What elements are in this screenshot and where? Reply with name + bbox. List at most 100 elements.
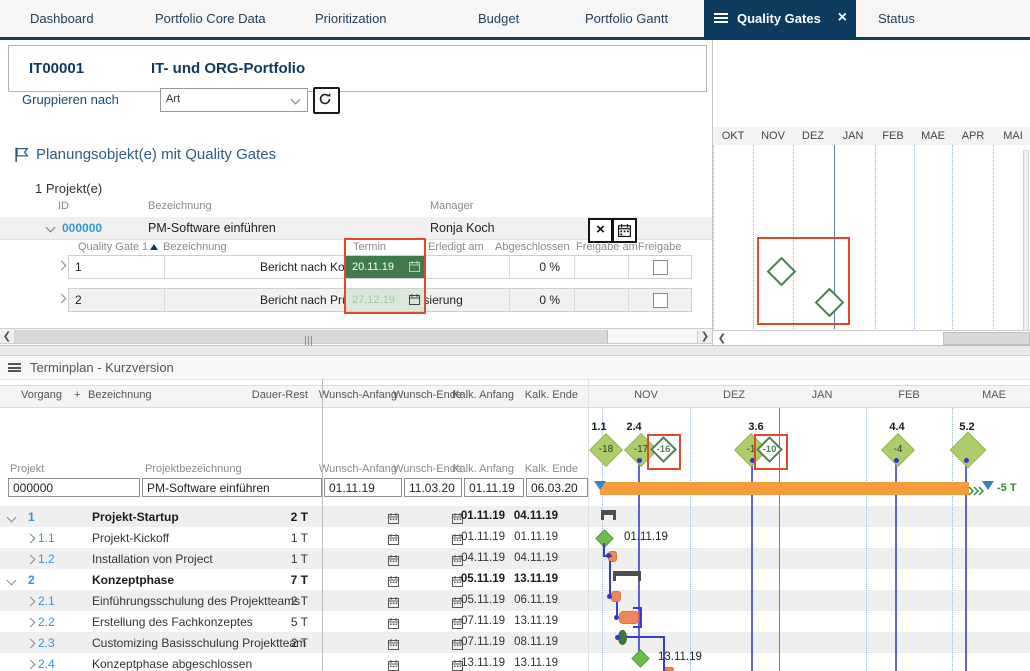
task-calc-end: 06.11.19 <box>514 594 558 606</box>
project-name-field[interactable]: PM-Software einführen <box>142 478 322 497</box>
month-label: DEZ <box>802 130 824 142</box>
task-number[interactable]: 2.2 <box>38 615 55 629</box>
task-number[interactable]: 2.4 <box>38 657 55 671</box>
expand-icon[interactable] <box>25 554 36 565</box>
project-count: 1 Projekt(e) <box>35 181 103 196</box>
task-row[interactable]: 2.4 Konzeptphase abgeschlossen 13.11.19 13.… <box>0 653 1030 671</box>
gate-approved-cell[interactable] <box>574 289 628 311</box>
project-id[interactable]: 000000 <box>62 221 102 235</box>
pane-splitter[interactable] <box>0 345 1030 356</box>
clear-button[interactable]: × <box>588 218 613 243</box>
approval-checkbox[interactable] <box>653 293 668 308</box>
wish-end-field[interactable]: 11.03.20 <box>404 478 462 497</box>
expand-icon[interactable] <box>25 659 36 670</box>
close-tab-icon[interactable]: × <box>838 8 847 28</box>
task-number[interactable]: 2 <box>28 573 35 587</box>
menu-icon[interactable] <box>714 13 728 24</box>
refresh-button[interactable] <box>313 87 340 114</box>
column-divider[interactable] <box>322 379 323 671</box>
col-quality-gate[interactable]: Quality Gate <box>78 241 139 253</box>
nav-item-dashboard[interactable]: Dashboard <box>30 0 94 37</box>
gate-completed: 0 % <box>539 260 560 274</box>
scroll-left-icon[interactable]: ❮ <box>0 330 15 343</box>
col-freigabe[interactable]: Freigabe <box>638 241 681 253</box>
chevron-down-icon <box>290 94 301 105</box>
task-duration: 5 T <box>290 615 308 629</box>
task-calc-end: 13.11.19 <box>514 615 558 627</box>
expand-icon[interactable] <box>56 293 67 304</box>
tab-quality-gates[interactable]: Quality Gates × <box>704 0 856 37</box>
task-calc-end: 13.11.19 <box>514 657 558 669</box>
expand-icon[interactable] <box>25 596 36 607</box>
gate-number: 1 <box>75 260 82 274</box>
scrollbar-thumb[interactable] <box>14 330 608 345</box>
calc-end-field[interactable]: 06.03.20 <box>526 478 588 497</box>
col-gate-name[interactable]: Bezeichnung <box>163 241 227 253</box>
gate-done-cell[interactable] <box>425 256 509 278</box>
scrollbar-thumb[interactable] <box>943 332 1030 345</box>
section-title: Planungsobjekt(e) mit Quality Gates <box>36 146 277 163</box>
task-row[interactable]: 2.3 Customizing Basisschulung Projektteam… <box>0 632 1030 653</box>
gate-done-cell[interactable] <box>425 289 509 311</box>
scroll-left-icon[interactable]: ❮ <box>715 332 729 345</box>
task-calc-start: 05.11.19 <box>460 573 505 585</box>
task-row[interactable]: 2.2 Erstellung des Fachkonzeptes 5 T 07.11.… <box>0 611 1030 632</box>
nav-item-prioritization[interactable]: Prioritization <box>315 0 387 37</box>
expand-icon[interactable] <box>56 260 67 271</box>
nav-item-portfolio-gantt[interactable]: Portfolio Gantt <box>585 0 668 37</box>
task-calc-start: 07.11.19 <box>461 615 505 627</box>
task-number[interactable]: 1.2 <box>38 552 55 566</box>
task-duration: 7 T <box>290 573 308 587</box>
task-calc-start: 05.11.19 <box>461 594 505 606</box>
col-abgeschlossen[interactable]: Abgeschlossen <box>495 241 570 253</box>
task-calc-end: 08.11.19 <box>514 636 558 648</box>
task-number[interactable]: 1 <box>28 510 35 524</box>
task-row[interactable]: 1 Projekt-Startup 2 T 01.11.19 04.11.19 <box>0 506 1030 527</box>
task-calc-start: 01.11.19 <box>461 531 505 543</box>
calc-start-field[interactable]: 01.11.19 <box>464 478 524 497</box>
task-number[interactable]: 2.1 <box>38 594 55 608</box>
task-row[interactable]: 2 Konzeptphase 7 T 05.11.19 13.11.19 <box>0 569 1030 590</box>
nav-item-budget[interactable]: Budget <box>478 0 519 37</box>
nav-item-status[interactable]: Status <box>878 0 915 37</box>
project-name: PM-Software einführen <box>148 221 276 235</box>
scroll-right-icon[interactable]: ❯ <box>697 330 712 343</box>
project-id-field[interactable]: 000000 <box>8 478 140 497</box>
calendar-button[interactable] <box>612 218 637 243</box>
task-name: Installation von Project <box>92 552 213 566</box>
sort-indicator[interactable]: 1 <box>142 241 159 253</box>
task-row[interactable]: 1.1 Projekt-Kickoff 1 T 01.11.19 01.11.19 <box>0 527 1030 548</box>
task-number[interactable]: 1.1 <box>38 531 55 545</box>
month-label: MAI <box>1003 130 1023 142</box>
horizontal-scrollbar[interactable]: ❮ <box>713 330 1030 345</box>
wish-start-field[interactable]: 01.11.19 <box>324 478 402 497</box>
scrollbar-grip-icon <box>304 332 316 345</box>
col-freigabe-am[interactable]: Freigabe am <box>576 241 638 253</box>
expand-icon[interactable] <box>25 617 36 628</box>
gate-approved-cell[interactable] <box>574 256 628 278</box>
collapse-icon[interactable] <box>45 222 56 233</box>
quality-gates-pane: IT00001 IT- und ORG-Portfolio Gruppieren… <box>0 40 713 345</box>
task-calc-end: 13.11.19 <box>513 573 558 585</box>
task-duration: 1 T <box>290 531 308 545</box>
group-by-dropdown[interactable]: Art <box>160 88 308 112</box>
expand-icon[interactable] <box>25 638 36 649</box>
collapse-icon[interactable] <box>6 575 17 586</box>
vertical-scrollbar[interactable] <box>1023 150 1029 345</box>
expand-icon[interactable] <box>25 533 36 544</box>
col-erledigt-am[interactable]: Erledigt am <box>428 241 484 253</box>
task-calc-end: 04.11.19 <box>513 510 558 522</box>
task-calc-start: 01.11.19 <box>460 510 505 522</box>
nav-item-portfolio-core-data[interactable]: Portfolio Core Data <box>155 0 266 37</box>
table-gantt-divider[interactable] <box>588 379 589 671</box>
month-label: MAE <box>921 130 945 142</box>
task-duration: 2 T <box>290 636 308 650</box>
task-row[interactable]: 2.1 Einführungsschulung des Projektteams 2… <box>0 590 1030 611</box>
calendar-icon[interactable] <box>388 658 399 671</box>
task-row[interactable]: 1.2 Installation von Project 1 T 04.11.19 04… <box>0 548 1030 569</box>
horizontal-scrollbar[interactable]: ❮ ❯ <box>0 328 712 345</box>
task-number[interactable]: 2.3 <box>38 636 55 650</box>
collapse-icon[interactable] <box>6 512 17 523</box>
approval-checkbox[interactable] <box>653 260 668 275</box>
top-nav: Dashboard Portfolio Core Data Prioritiza… <box>0 0 1030 40</box>
